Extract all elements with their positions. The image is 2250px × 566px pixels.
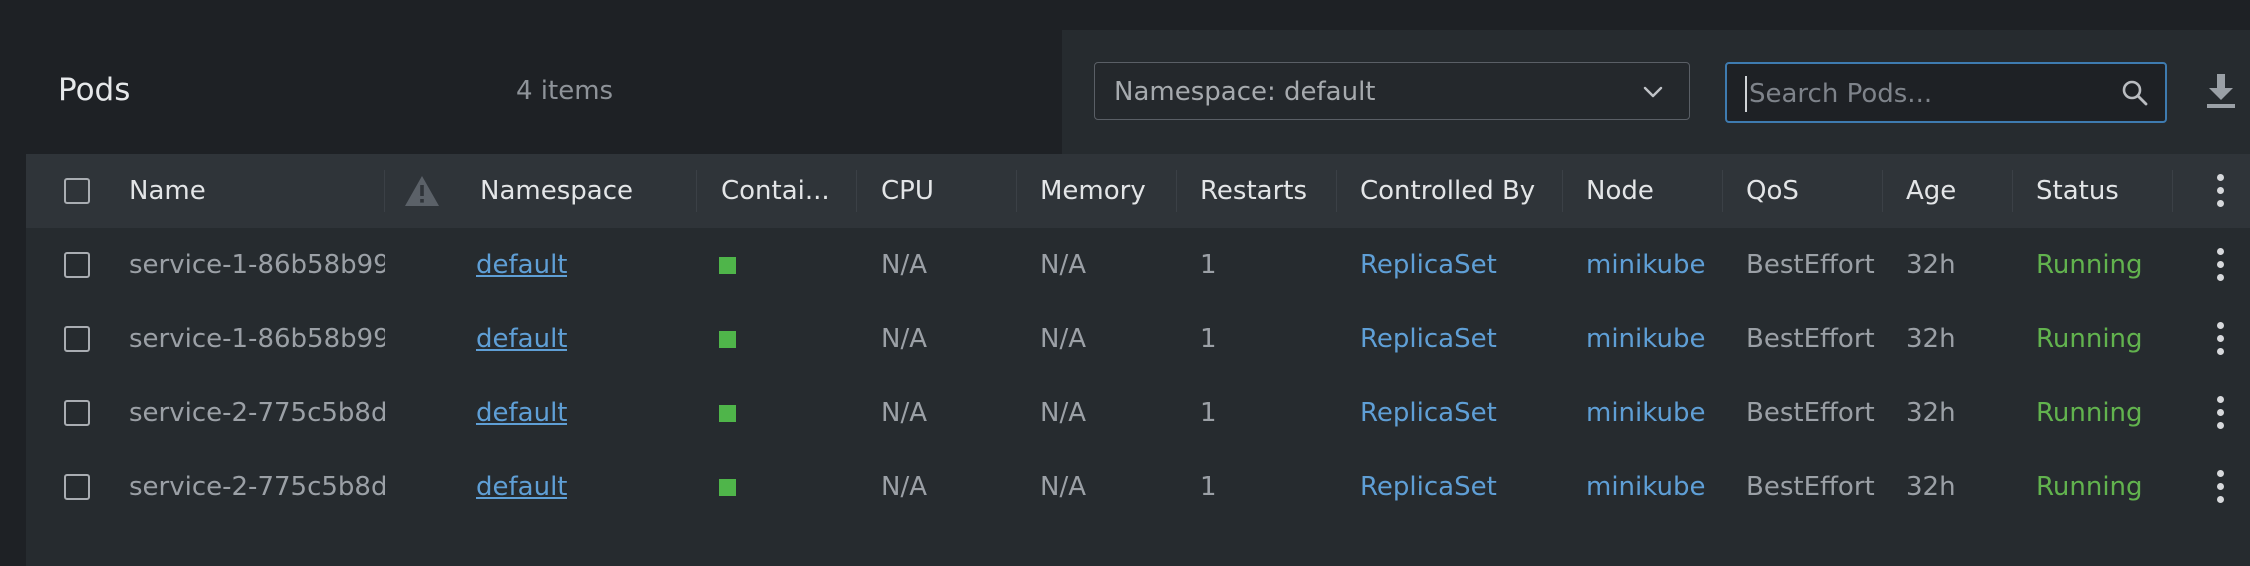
column-header-status[interactable]: Status [2036,176,2119,206]
column-divider[interactable] [856,170,857,212]
select-all-checkbox[interactable] [64,178,90,204]
table-row[interactable]: service-1-86b58b99 default N/A N/A 1 Rep… [26,228,2250,302]
cpu-value: N/A [881,250,927,280]
qos-value: BestEffort [1746,324,1875,354]
pod-name: service-1-86b58b99 [129,250,385,280]
column-header-containers[interactable]: Contai... [721,176,830,206]
memory-value: N/A [1040,250,1086,280]
header-title-area: Pods 4 items [26,30,1062,154]
cpu-value: N/A [881,398,927,428]
node-link[interactable]: minikube [1586,398,1706,428]
column-header-name[interactable]: Name [129,176,206,206]
download-icon[interactable] [2204,72,2238,110]
search-box[interactable] [1725,62,2167,123]
row-menu-kebab-icon[interactable] [2216,248,2224,282]
column-header-cpu[interactable]: CPU [881,176,934,206]
container-status-indicator [719,257,736,274]
pods-panel: Pods 4 items Namespace: default Name [26,30,2250,566]
row-menu-kebab-icon[interactable] [2216,470,2224,504]
namespace-select-label: Namespace: default [1114,77,1376,107]
memory-value: N/A [1040,324,1086,354]
container-status-indicator [719,331,736,348]
row-checkbox[interactable] [64,474,90,500]
column-header-node[interactable]: Node [1586,176,1654,206]
table-row[interactable]: service-2-775c5b8d default N/A N/A 1 Rep… [26,450,2250,524]
namespace-link[interactable]: default [476,324,567,354]
node-link[interactable]: minikube [1586,472,1706,502]
cpu-value: N/A [881,472,927,502]
container-status-indicator [719,479,736,496]
restarts-value: 1 [1200,324,1217,354]
memory-value: N/A [1040,398,1086,428]
search-icon[interactable] [2121,79,2149,107]
qos-value: BestEffort [1746,250,1875,280]
column-divider[interactable] [384,170,385,212]
cpu-value: N/A [881,324,927,354]
table-header: Name Namespace Contai... CPU Memory Rest… [26,154,2250,228]
page-title: Pods [58,72,131,108]
age-value: 32h [1906,250,1956,280]
column-header-memory[interactable]: Memory [1040,176,1146,206]
restarts-value: 1 [1200,250,1217,280]
column-divider[interactable] [2172,170,2173,212]
chevron-down-icon [1643,86,1663,98]
status-badge: Running [2036,324,2143,354]
table-row[interactable]: service-2-775c5b8d default N/A N/A 1 Rep… [26,376,2250,450]
column-divider[interactable] [2012,170,2013,212]
node-link[interactable]: minikube [1586,250,1706,280]
namespace-link[interactable]: default [476,250,567,280]
item-count: 4 items [516,76,614,106]
column-divider[interactable] [1176,170,1177,212]
row-checkbox[interactable] [64,326,90,352]
column-divider[interactable] [696,170,697,212]
memory-value: N/A [1040,472,1086,502]
controlled-by-link[interactable]: ReplicaSet [1360,324,1497,354]
controlled-by-link[interactable]: ReplicaSet [1360,250,1497,280]
row-checkbox[interactable] [64,400,90,426]
controlled-by-link[interactable]: ReplicaSet [1360,398,1497,428]
pod-name: service-1-86b58b99 [129,324,385,354]
qos-value: BestEffort [1746,472,1875,502]
column-header-age[interactable]: Age [1906,176,1956,206]
pod-name: service-2-775c5b8d [129,472,385,502]
namespace-select[interactable]: Namespace: default [1094,62,1690,120]
column-header-restarts[interactable]: Restarts [1200,176,1307,206]
age-value: 32h [1906,398,1956,428]
column-header-controlled-by[interactable]: Controlled By [1360,176,1535,206]
row-menu-kebab-icon[interactable] [2216,396,2224,430]
namespace-link[interactable]: default [476,398,567,428]
controlled-by-link[interactable]: ReplicaSet [1360,472,1497,502]
column-menu-kebab-icon[interactable] [2216,174,2224,208]
node-link[interactable]: minikube [1586,324,1706,354]
status-badge: Running [2036,398,2143,428]
row-menu-kebab-icon[interactable] [2216,322,2224,356]
container-status-indicator [719,405,736,422]
age-value: 32h [1906,472,1956,502]
pod-name: service-2-775c5b8d [129,398,385,428]
column-divider[interactable] [1562,170,1563,212]
qos-value: BestEffort [1746,398,1875,428]
column-header-namespace[interactable]: Namespace [480,176,633,206]
search-input[interactable] [1745,76,2111,112]
table-row[interactable]: service-1-86b58b99 default N/A N/A 1 Rep… [26,302,2250,376]
column-header-qos[interactable]: QoS [1746,176,1799,206]
column-divider[interactable] [1882,170,1883,212]
restarts-value: 1 [1200,472,1217,502]
row-checkbox[interactable] [64,252,90,278]
column-divider[interactable] [1016,170,1017,212]
restarts-value: 1 [1200,398,1217,428]
age-value: 32h [1906,324,1956,354]
pods-header: Pods 4 items Namespace: default [26,30,2250,154]
warning-icon[interactable] [403,174,441,208]
column-divider[interactable] [1722,170,1723,212]
status-badge: Running [2036,250,2143,280]
status-badge: Running [2036,472,2143,502]
column-divider[interactable] [1336,170,1337,212]
namespace-link[interactable]: default [476,472,567,502]
